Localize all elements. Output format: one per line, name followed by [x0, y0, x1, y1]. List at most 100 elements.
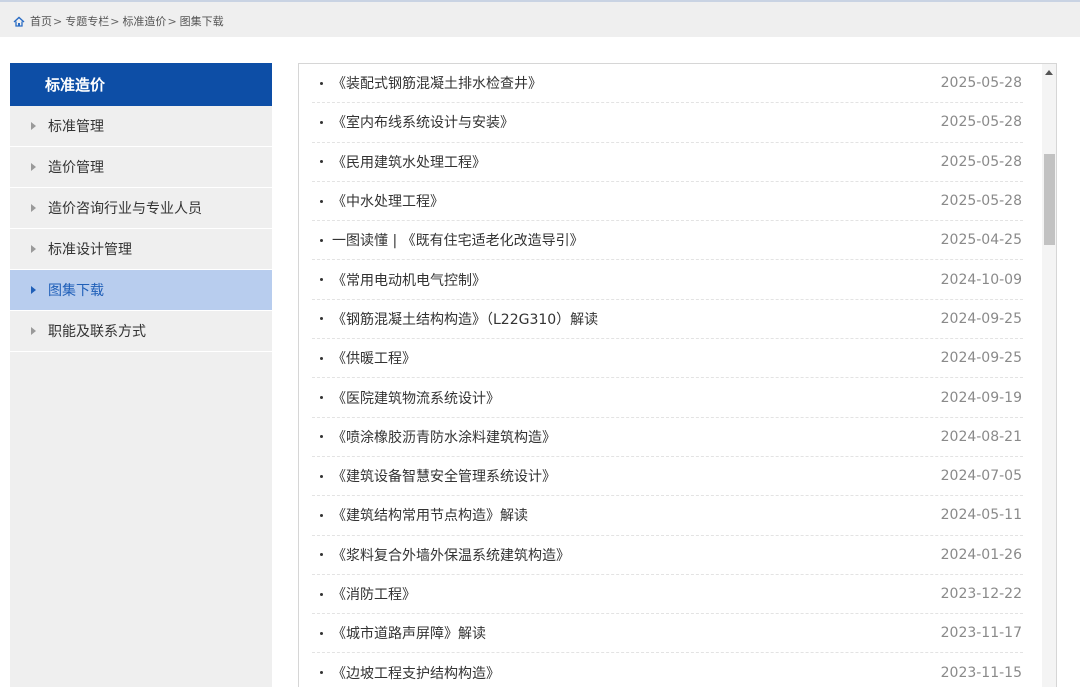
home-icon[interactable]: [13, 16, 25, 27]
sidebar-item-label: 标准管理: [48, 119, 104, 135]
bullet-icon: [320, 435, 323, 439]
breadcrumb-separator: >: [110, 14, 120, 28]
list-item-date: 2023-12-22: [940, 586, 1022, 602]
list-item-date: 2025-05-28: [940, 75, 1022, 92]
breadcrumb-atlas-download[interactable]: 图集下载: [180, 13, 224, 29]
list-item[interactable]: 《医院建筑物流系统设计》 2024-09-19: [312, 378, 1023, 418]
bullet-icon: [320, 396, 323, 400]
list-item[interactable]: 《喷涂橡胶沥青防水涂料建筑构造》 2024-08-21: [312, 418, 1023, 457]
list-item-date: 2024-07-05: [940, 468, 1022, 485]
sidebar-item-cost-consulting[interactable]: 造价咨询行业与专业人员: [10, 188, 272, 229]
breadcrumb: 首页 > 专题专栏 > 标准造价 > 图集下载: [13, 13, 224, 29]
list-item-title[interactable]: 一图读懂 | 《既有住宅适老化改造导引》: [332, 230, 941, 250]
sidebar-item-cost-management[interactable]: 造价管理: [10, 147, 272, 188]
list-item-title[interactable]: 《建筑结构常用节点构造》解读: [332, 505, 941, 525]
list-item-date: 2025-05-28: [940, 114, 1022, 131]
list-item[interactable]: 《供暖工程》 2024-09-25: [312, 339, 1023, 379]
breadcrumb-home[interactable]: 首页: [30, 13, 52, 29]
triangle-right-icon: [31, 286, 36, 294]
breadcrumb-separator: >: [167, 14, 177, 28]
breadcrumb-special-column[interactable]: 专题专栏: [65, 13, 109, 29]
sidebar-item-label: 标准设计管理: [48, 242, 132, 258]
list-item[interactable]: 《边坡工程支护结构构造》 2023-11-15: [312, 653, 1023, 687]
list-item[interactable]: 《城市道路声屏障》解读 2023-11-17: [312, 614, 1023, 654]
bullet-icon: [320, 160, 323, 164]
sidebar-item-label: 职能及联系方式: [48, 324, 146, 340]
sidebar-item-atlas-download[interactable]: 图集下载: [10, 270, 272, 311]
bullet-icon: [320, 631, 323, 635]
list-item-date: 2024-05-11: [940, 507, 1022, 524]
list-item[interactable]: 《建筑设备智慧安全管理系统设计》 2024-07-05: [312, 457, 1023, 497]
atlas-list: 《装配式钢筋混凝土排水检查井》 2025-05-28 《室内布线系统设计与安装》 2…: [312, 64, 1023, 687]
bullet-icon: [320, 81, 323, 85]
sidebar-item-functions-contact[interactable]: 职能及联系方式: [10, 311, 272, 352]
list-item[interactable]: 《常用电动机电气控制》 2024-10-09: [312, 260, 1023, 300]
list-item-date: 2024-09-25: [940, 350, 1022, 367]
breadcrumb-separator: >: [53, 14, 63, 28]
sidebar-item-standard-design[interactable]: 标准设计管理: [10, 229, 272, 270]
list-item-title[interactable]: 《喷涂橡胶沥青防水涂料建筑构造》: [332, 427, 941, 447]
bullet-icon: [320, 238, 323, 242]
list-item-title[interactable]: 《室内布线系统设计与安装》: [332, 112, 941, 132]
list-item[interactable]: 《民用建筑水处理工程》 2025-05-28: [312, 143, 1023, 182]
sidebar-menu: 标准管理 造价管理 造价咨询行业与专业人员 标准设计管理 图集下载 职能及联系方…: [10, 106, 272, 352]
list-item-title[interactable]: 《浆料复合外墙外保温系统建筑构造》: [332, 545, 941, 565]
content-panel: 《装配式钢筋混凝土排水检查井》 2025-05-28 《室内布线系统设计与安装》 2…: [298, 63, 1057, 687]
list-item-date: 2025-05-28: [940, 193, 1022, 210]
list-item-title[interactable]: 《民用建筑水处理工程》: [332, 152, 941, 172]
list-item-title[interactable]: 《钢筋混凝土结构构造》（L22G310）解读: [332, 309, 941, 329]
triangle-right-icon: [31, 163, 36, 171]
list-item-date: 2024-08-21: [940, 428, 1022, 445]
list-item-title[interactable]: 《中水处理工程》: [332, 191, 941, 211]
list-item-title[interactable]: 《城市道路声屏障》解读: [332, 623, 941, 643]
list-item-date: 2024-09-25: [940, 310, 1022, 327]
breadcrumb-standard-cost[interactable]: 标准造价: [122, 13, 166, 29]
bullet-icon: [320, 120, 323, 124]
bullet-icon: [320, 553, 323, 557]
sidebar-item-standard-management[interactable]: 标准管理: [10, 106, 272, 147]
triangle-right-icon: [31, 327, 36, 335]
list-item-date: 2025-04-25: [940, 232, 1022, 249]
list-item[interactable]: 《装配式钢筋混凝土排水检查井》 2025-05-28: [312, 64, 1023, 104]
triangle-right-icon: [31, 245, 36, 253]
sidebar: 标准造价 标准管理 造价管理 造价咨询行业与专业人员 标准设计管理 图集下载 职…: [10, 63, 272, 687]
bullet-icon: [320, 199, 323, 203]
list-item[interactable]: 《钢筋混凝土结构构造》（L22G310）解读 2024-09-25: [312, 300, 1023, 340]
list-item-title[interactable]: 《医院建筑物流系统设计》: [332, 388, 941, 408]
list-item-date: 2024-10-09: [940, 271, 1022, 288]
triangle-right-icon: [31, 122, 36, 130]
sidebar-title: 标准造价: [10, 63, 272, 106]
list-item[interactable]: 《室内布线系统设计与安装》 2025-05-28: [312, 103, 1023, 143]
bullet-icon: [320, 592, 323, 596]
scroll-up-arrow-icon[interactable]: [1045, 70, 1053, 75]
top-bar: 首页 > 专题专栏 > 标准造价 > 图集下载: [0, 0, 1080, 37]
list-item-date: 2023-11-17: [940, 625, 1022, 642]
list-item-title[interactable]: 《装配式钢筋混凝土排水检查井》: [332, 73, 941, 93]
sidebar-item-label: 造价咨询行业与专业人员: [48, 201, 202, 217]
list-item[interactable]: 《建筑结构常用节点构造》解读 2024-05-11: [312, 496, 1023, 536]
sidebar-item-label: 图集下载: [48, 283, 104, 299]
list-item-title[interactable]: 《常用电动机电气控制》: [332, 270, 941, 290]
sidebar-item-label: 造价管理: [48, 160, 104, 176]
list-item-title[interactable]: 《边坡工程支护结构构造》: [332, 663, 941, 683]
bullet-icon: [320, 278, 323, 282]
list-item-date: 2024-01-26: [940, 546, 1022, 563]
list-item[interactable]: 《浆料复合外墙外保温系统建筑构造》 2024-01-26: [312, 536, 1023, 575]
bullet-icon: [320, 356, 323, 360]
list-item-title[interactable]: 《建筑设备智慧安全管理系统设计》: [332, 466, 941, 486]
triangle-right-icon: [31, 204, 36, 212]
bullet-icon: [320, 317, 323, 321]
list-item-date: 2025-05-28: [940, 153, 1022, 170]
bullet-icon: [320, 474, 323, 478]
list-item-title[interactable]: 《供暖工程》: [332, 348, 941, 368]
list-item[interactable]: 《消防工程》 2023-12-22: [312, 575, 1023, 615]
bullet-icon: [320, 671, 323, 675]
list-item[interactable]: 一图读懂 | 《既有住宅适老化改造导引》 2025-04-25: [312, 221, 1023, 261]
list-item-title[interactable]: 《消防工程》: [332, 584, 941, 604]
scrollbar-thumb[interactable]: [1044, 154, 1055, 245]
list-item-date: 2023-11-15: [940, 664, 1022, 681]
bullet-icon: [320, 513, 323, 517]
vertical-scrollbar[interactable]: [1042, 64, 1056, 687]
list-item[interactable]: 《中水处理工程》 2025-05-28: [312, 182, 1023, 222]
list-item-date: 2024-09-19: [940, 389, 1022, 406]
